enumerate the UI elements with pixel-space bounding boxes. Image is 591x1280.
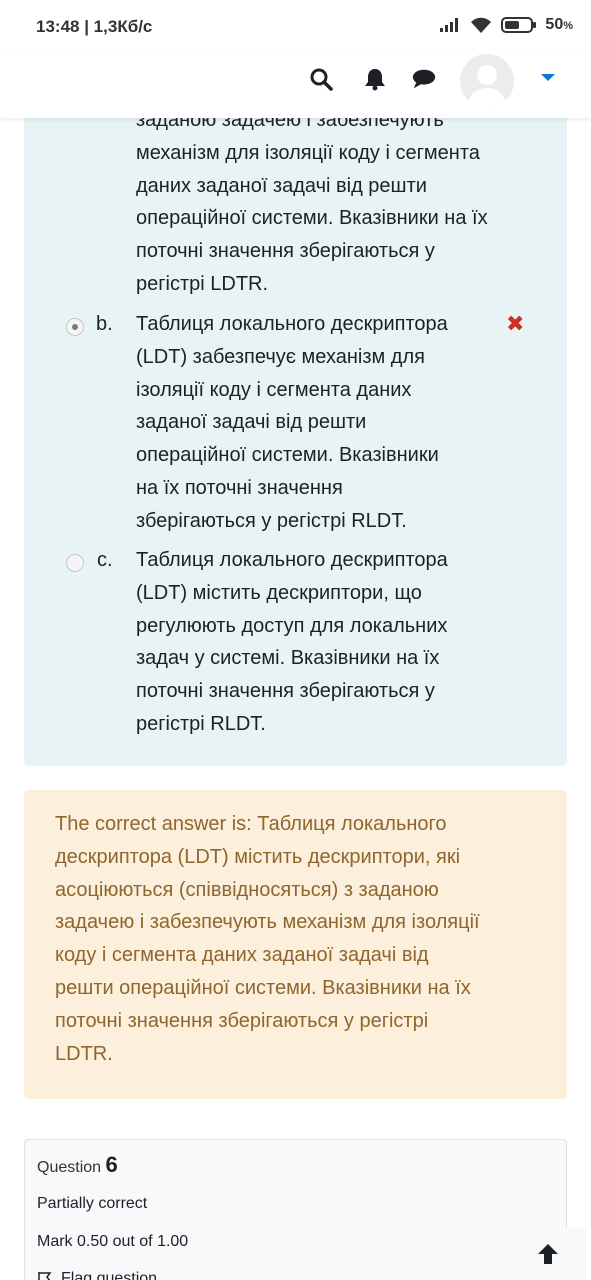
option-a-line: поточні значення зберігаються у: [136, 240, 435, 263]
feedback-line: решти операційної системи. Вказівники на…: [55, 976, 471, 999]
signal-icon: [440, 18, 459, 32]
status-time-speed: 13:48 | 1,3Кб/с: [36, 17, 153, 36]
feedback-line: LDTR.: [55, 1042, 113, 1065]
option-b-line: заданої задачі від решти: [136, 411, 367, 434]
option-c-line: задач у системі. Вказівники на їх: [136, 647, 440, 670]
feedback-text: The correct answer is: Таблиця локальног…: [55, 808, 545, 1070]
wifi-icon: [471, 17, 492, 33]
option-c-line: Таблиця локального дескриптора: [136, 549, 448, 571]
question-state: Partially correct: [37, 1195, 148, 1212]
option-b-letter: b.: [96, 313, 113, 335]
question-mark: Mark 0.50 out of 1.00: [37, 1233, 189, 1250]
feedback-line: поточні значення зберігаються у регістрі: [55, 1009, 429, 1032]
status-indicators: 50%: [439, 16, 573, 34]
incorrect-icon: ✖: [506, 311, 525, 336]
question-number: 6: [105, 1152, 118, 1177]
feedback-line: дескриптора (LDT) містить дескриптори, я…: [55, 845, 461, 868]
option-b-line: на їх поточні значення: [136, 476, 343, 499]
feedback-line: задачею і забезпечують механізм для ізол…: [55, 911, 480, 934]
option-c-text: Таблиця локального дескриптора (LDT) міс…: [136, 544, 448, 741]
option-b-line: операційної системи. Вказівники: [136, 444, 439, 467]
option-a-line: механізм для ізоляції коду і сегмента: [136, 141, 480, 164]
option-b-line: ізоляції коду і сегмента даних: [136, 378, 412, 401]
bell-icon[interactable]: [362, 66, 388, 92]
feedback-line: The correct answer is: Таблиця локальног…: [55, 813, 447, 835]
option-b-line: Таблиця локального дескриптора: [136, 313, 448, 335]
chat-icon[interactable]: [411, 66, 437, 92]
flag-question-link[interactable]: Flag question: [37, 1270, 157, 1280]
arrow-up-icon: [538, 1244, 558, 1264]
option-b-text: Таблиця локального дескриптора (LDT) заб…: [136, 308, 448, 538]
battery-icon: [501, 17, 537, 33]
option-a-text: заданою задачею і забезпечують механізм …: [136, 104, 488, 301]
top-navbar: [0, 52, 591, 118]
correct-answer-feedback: The correct answer is: Таблиця локальног…: [24, 790, 567, 1099]
status-bar: 13:48 | 1,3Кб/с 50%: [0, 0, 591, 52]
option-c-letter: c.: [97, 549, 113, 571]
answer-options: заданою задачею і забезпечують механізм …: [24, 90, 567, 766]
option-b-radio[interactable]: [66, 318, 84, 336]
option-b-line: зберігаються у регістрі RLDT.: [136, 509, 407, 532]
option-c-line: поточні значення зберігаються у: [136, 680, 435, 703]
feedback-line: коду і сегмента даних заданої задачі від: [55, 944, 429, 967]
option-c-line: (LDT) містить дескриптори, що: [136, 581, 422, 604]
option-c-line: регістрі RLDT.: [136, 712, 266, 735]
feedback-line: асоціюються (співвідносяться) з заданою: [55, 878, 439, 901]
option-c-radio[interactable]: [66, 554, 84, 572]
option-b-line: (LDT) забезпечує механізм для: [136, 345, 425, 368]
back-to-top-button[interactable]: [510, 1228, 586, 1280]
battery-percent: 50%: [545, 16, 573, 33]
option-a-line: операційної системи. Вказівники на їх: [136, 207, 488, 230]
chevron-down-icon[interactable]: [541, 74, 555, 81]
option-a-line: даних заданої задачі від решти: [136, 174, 427, 197]
flag-question-label: Flag question: [61, 1270, 158, 1280]
search-icon[interactable]: [308, 66, 334, 92]
user-avatar[interactable]: [460, 54, 514, 108]
option-c-line: регулюють доступ для локальних: [136, 614, 448, 637]
question-info: Question 6 Partially correct Mark 0.50 o…: [24, 1139, 567, 1280]
option-a-line: регістрі LDTR.: [136, 272, 269, 295]
flag-icon: [38, 1272, 52, 1280]
question-label: Question 6: [37, 1152, 118, 1178]
question-word: Question: [37, 1159, 102, 1176]
